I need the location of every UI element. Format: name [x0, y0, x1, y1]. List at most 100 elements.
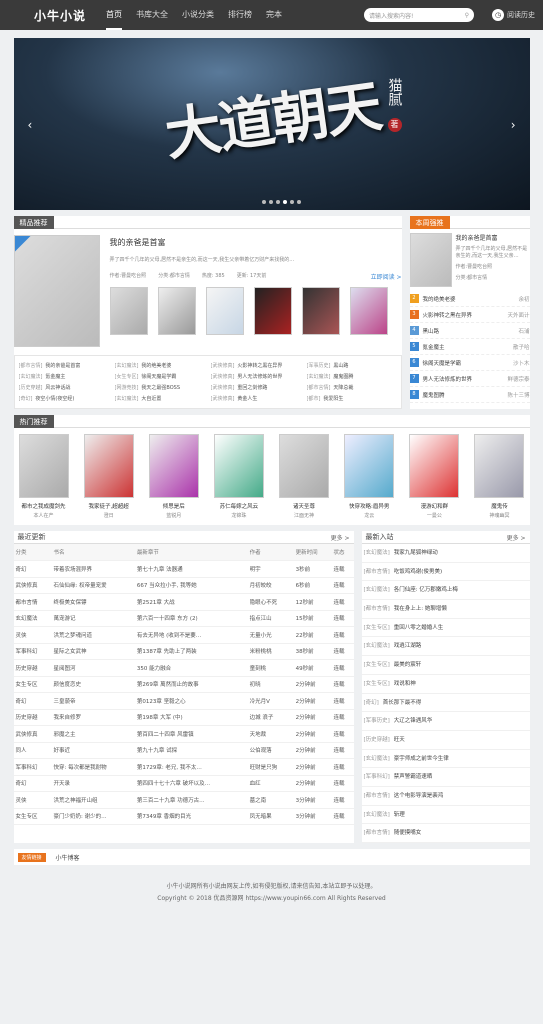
hot-book-title[interactable]: 苏仁每嫁之风云: [213, 502, 265, 510]
hot-book-title[interactable]: 魔鬼传: [473, 502, 525, 510]
table-cell[interactable]: 洪荒之梦魂问道: [51, 626, 135, 644]
table-cell[interactable]: 第2521章 大战: [134, 593, 248, 611]
new-arrival-item[interactable]: [都市言情] 这个电影导演是裴鸿: [361, 787, 530, 806]
table-row[interactable]: 同人 好事近 第九十九章 试探 公伯观落 2分钟前 连载: [13, 742, 354, 759]
new-arrival-item[interactable]: [玄幻魔法] 斩理: [361, 806, 530, 825]
list-item[interactable]: [玄幻魔法] 我的绝美老婆: [115, 360, 205, 371]
table-row[interactable]: 灵侠 洪荒之梦魂问道 有去无异地 (收到不是要… 无量小光 22秒前 连载: [13, 626, 354, 644]
weekly-item-title[interactable]: 我的绝美老婆: [423, 295, 456, 303]
nav-completed[interactable]: 完本: [266, 0, 282, 30]
weekly-item[interactable]: 3 火影神转之黑在异界 天外面计: [409, 307, 530, 323]
carousel-dot[interactable]: [289, 200, 294, 204]
new-arrival-item[interactable]: [军事科幻] 禁声警霸道速晒: [361, 768, 530, 787]
list-item[interactable]: [武侠修真] 黄金人生: [211, 393, 301, 404]
hot-book[interactable]: 快穿攻略:眉异男 龙云: [343, 434, 395, 519]
list-item-title[interactable]: 我爱阳生: [323, 396, 343, 402]
weekly-top-name[interactable]: 我的亲爸是首富: [456, 233, 530, 242]
carousel-dot-active[interactable]: [282, 200, 287, 204]
table-cell[interactable]: 我来自修罗: [51, 709, 135, 726]
list-item-title[interactable]: 风云神话战: [45, 385, 70, 391]
weekly-item[interactable]: 7 男人无法修炼的世界 鲜德宗泰: [409, 371, 530, 387]
table-row[interactable]: 军事科幻 快穿: 每次都是我耐物 第1729章: 老兄, 我不太… 旺财是只狗 2分钟前…: [13, 758, 354, 776]
table-cell[interactable]: 350 能力融合: [134, 659, 248, 677]
hot-book[interactable]: 都市之我成魔剑先 本人在产: [18, 434, 70, 519]
table-row[interactable]: 历史穿越 我来自修罗 第198章 大军 (中) 边城 浪子 2分钟前 连载: [13, 709, 354, 726]
list-item[interactable]: [军事历史] 黑山路: [307, 360, 397, 371]
table-cell[interactable]: 667 当众拉小手, 我等她: [134, 577, 248, 594]
table-cell[interactable]: 带着农场混异界: [51, 560, 135, 578]
table-cell[interactable]: 第1387章 先助上了两装: [134, 643, 248, 660]
updates-more-link[interactable]: 更多 >: [331, 533, 354, 542]
table-cell[interactable]: 星际之女武神: [51, 643, 135, 660]
search-icon[interactable]: ⚲: [465, 12, 469, 19]
table-cell[interactable]: 第四四十七十六章 破坏以及…: [134, 775, 248, 792]
hot-book[interactable]: 漫游幻和群 一曼公: [408, 434, 460, 519]
new-arrival-item[interactable]: [历史穿越] 旺天: [361, 731, 530, 750]
list-item[interactable]: [都市言情] 我的亲爸是首富: [19, 360, 109, 371]
book-thumb[interactable]: [349, 287, 388, 335]
list-item[interactable]: [武侠修真] 男人无法修炼的世界: [211, 371, 301, 382]
list-item-title[interactable]: 大自近置: [141, 396, 161, 402]
table-row[interactable]: 灵侠 洪荒之神福开山组 第三百二十九章 功德万古… 墓之南 3分钟前 连载: [13, 791, 354, 809]
new-arrival-item[interactable]: [女生专区] 戏说和神: [361, 675, 530, 694]
hot-book[interactable]: 倾思是后 蓝锐月: [148, 434, 200, 519]
table-cell[interactable]: 颜信度恋史: [51, 676, 135, 693]
book-thumb[interactable]: [109, 287, 148, 335]
list-item-title[interactable]: 我天之最强BOSS: [141, 385, 180, 391]
new-arrival-title[interactable]: 豪宇师成之前世今生律: [394, 756, 449, 762]
hot-book-title[interactable]: 都市之我成魔剑先: [18, 502, 70, 510]
list-item-title[interactable]: 氪金魔主: [45, 374, 65, 380]
table-row[interactable]: 奇幻 带着农场混异界 第七十九章 法器通 明宇 3秒前 连载: [13, 560, 354, 578]
nav-home[interactable]: 首页: [106, 0, 123, 30]
list-item-title[interactable]: 徐阁天魔是学霸: [141, 374, 176, 380]
table-cell[interactable]: 第七十九章 法器通: [134, 560, 248, 578]
new-arrival-item[interactable]: [女生专区] 重回八零之婚婚人生: [361, 619, 530, 638]
new-arrival-item[interactable]: [都市言情] 随便摸嘴女: [361, 824, 530, 843]
logo[interactable]: 小牛小说: [34, 7, 86, 24]
new-arrival-title[interactable]: 我在身上上: 她聊增懒: [394, 606, 447, 612]
banner-carousel[interactable]: ‹ 大道朝天 猫腻 著 ›: [13, 38, 530, 210]
hot-book-title[interactable]: 诸天圣尊: [278, 502, 330, 510]
new-arrival-item[interactable]: [玄幻魔法] 豪宇师成之前世今生律: [361, 750, 530, 769]
hot-book-title[interactable]: 倾思是后: [148, 502, 200, 510]
table-cell[interactable]: 第269章 萬然而止的故事: [134, 676, 248, 693]
table-cell[interactable]: 第0123章 坚毅之心: [134, 692, 248, 710]
new-arrival-title[interactable]: 斩理: [394, 812, 405, 818]
new-arrival-title[interactable]: 首长那下最不得: [383, 700, 422, 706]
carousel-dot[interactable]: [296, 200, 301, 204]
table-cell[interactable]: 终极美女保镖: [51, 593, 135, 611]
table-row[interactable]: 女生专区 颜信度恋史 第269章 萬然而止的故事 初晓 2分钟前 连载: [13, 676, 354, 693]
new-arrivals-more-link[interactable]: 更多 >: [507, 533, 530, 542]
table-row[interactable]: 武侠修真 石仙仙缘: 权帝量宠爱 667 当众拉小手, 我等她 月初皎皎 6秒前 连载: [13, 577, 354, 594]
weekly-item-title[interactable]: 魔鬼图腾: [423, 391, 445, 399]
hot-book[interactable]: 诸天圣尊 江面无神: [278, 434, 330, 519]
list-item[interactable]: [武侠修真] 火影神转之黑在异界: [211, 360, 301, 371]
hot-book-cover[interactable]: [279, 434, 330, 498]
hot-book-cover[interactable]: [18, 434, 69, 498]
book-thumb[interactable]: [157, 287, 196, 335]
table-row[interactable]: 军事科幻 星际之女武神 第1387章 先助上了两装 米粉桃桃 38秒前 连载: [13, 643, 354, 660]
hot-book[interactable]: 魔鬼传 神魂幽冥: [473, 434, 525, 519]
new-arrival-title[interactable]: 吃饭鸡鸡谢(俊男美): [394, 569, 442, 575]
table-row[interactable]: 武侠修真 邪魔之主 第百四二十四章 风雷镇 天地裁 2分钟前 连载: [13, 725, 354, 743]
table-cell[interactable]: 石仙仙缘: 权帝量宠爱: [51, 577, 135, 594]
table-row[interactable]: 历史穿越 星阅图河 350 能力融合 童刻桃 49秒前 连载: [13, 659, 354, 677]
weekly-item-title[interactable]: 男人无法修炼的世界: [423, 375, 473, 383]
book-thumb[interactable]: [253, 287, 292, 335]
weekly-item[interactable]: 6 徐阁天魔是学霸 沙卜木: [409, 355, 530, 371]
table-cell[interactable]: 第三百二十九章 功德万古…: [134, 791, 248, 809]
book-thumb[interactable]: [301, 287, 340, 335]
hot-book-cover[interactable]: [474, 434, 525, 498]
new-arrival-title[interactable]: 这个电影导演是裴鸿: [394, 793, 444, 799]
list-item-title[interactable]: 天降总裁: [333, 385, 353, 391]
new-arrival-item[interactable]: [玄幻魔法] 各门仙座: 亿万郡嫩鸡上梅: [361, 581, 530, 601]
search-box[interactable]: 请输入搜索内容! ⚲: [364, 8, 474, 22]
next-arrow-icon[interactable]: ›: [511, 118, 516, 132]
carousel-dot[interactable]: [261, 200, 266, 204]
table-cell[interactable]: 第198章 大军 (中): [134, 709, 248, 726]
friend-link[interactable]: 小牛博客: [56, 853, 80, 862]
table-cell[interactable]: 三皇藐帝: [51, 692, 135, 710]
hot-book-cover[interactable]: [83, 434, 134, 498]
weekly-top-cover[interactable]: [409, 233, 452, 287]
list-item[interactable]: [网游竞技] 我天之最强BOSS: [115, 382, 205, 393]
